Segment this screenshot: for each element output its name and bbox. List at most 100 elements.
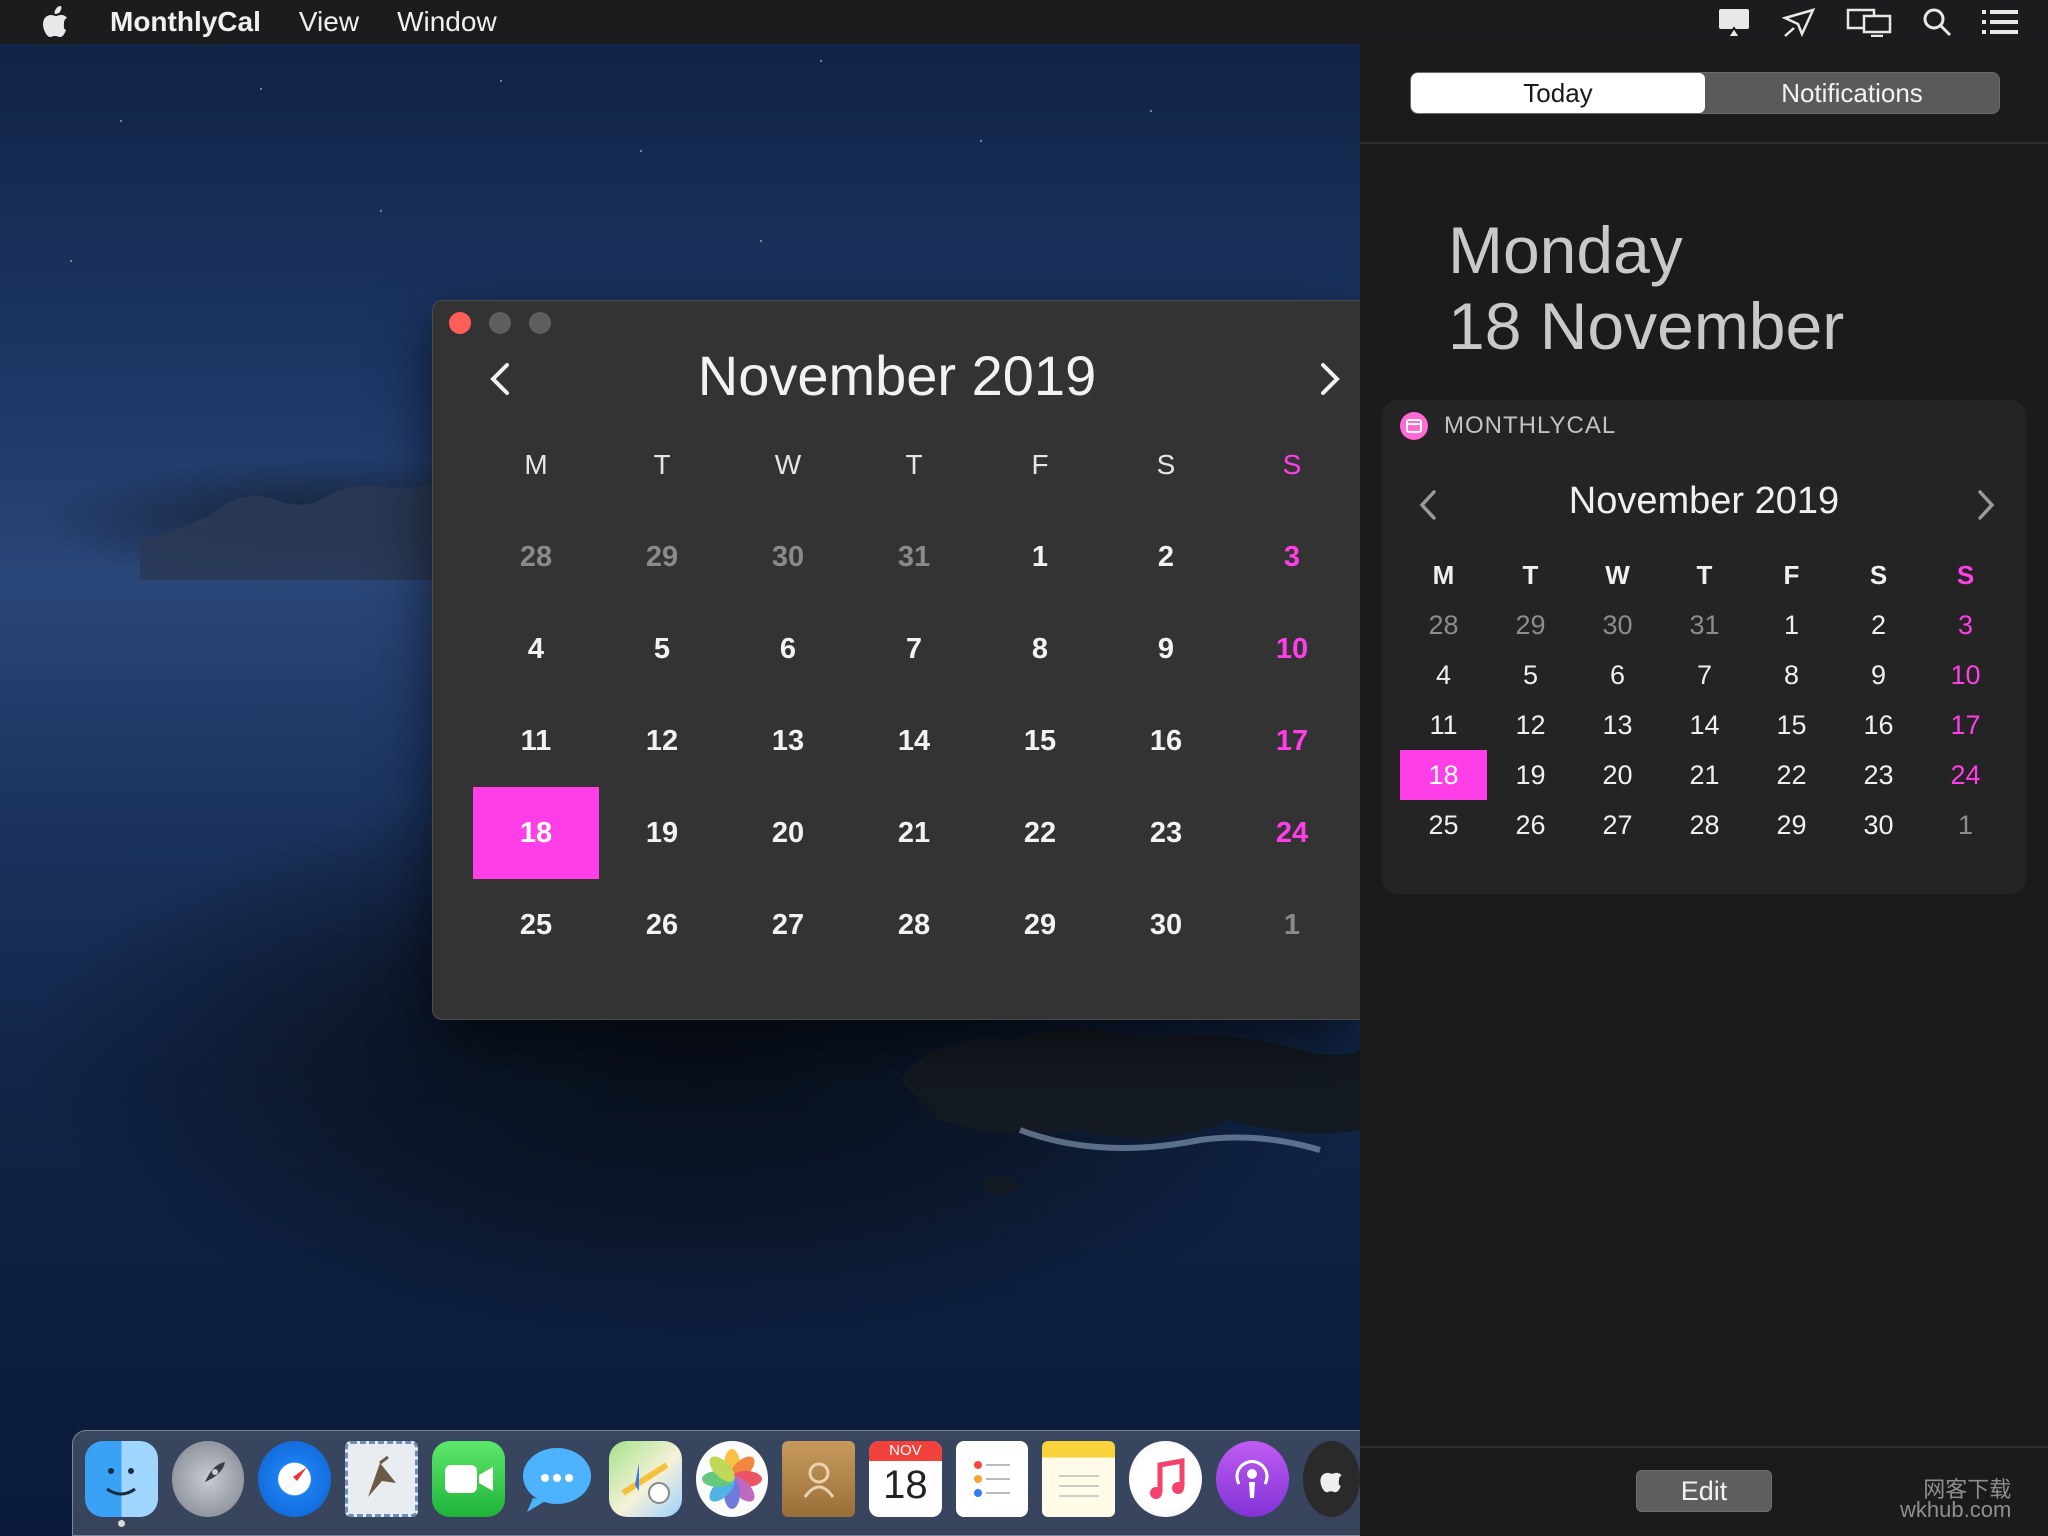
day-cell[interactable]: 15 [977,695,1103,787]
day-cell[interactable]: 30 [1835,800,1922,850]
mail-icon[interactable] [345,1441,419,1517]
messages-icon[interactable] [519,1441,595,1517]
day-cell[interactable]: 1 [1922,800,2009,850]
day-cell[interactable]: 20 [725,787,851,879]
day-cell[interactable]: 5 [1487,650,1574,700]
window-zoom-button[interactable] [529,312,551,334]
day-cell[interactable]: 12 [1487,700,1574,750]
widget-next-month-button[interactable] [1974,488,1998,522]
day-cell[interactable]: 12 [599,695,725,787]
day-cell[interactable]: 27 [1574,800,1661,850]
calendar-icon[interactable]: NOV 18 [869,1441,942,1517]
day-cell[interactable]: 21 [1661,750,1748,800]
contacts-icon[interactable] [782,1441,856,1517]
day-cell[interactable]: 15 [1748,700,1835,750]
day-cell[interactable]: 30 [1103,879,1229,971]
day-cell[interactable]: 30 [725,511,851,603]
day-cell[interactable]: 29 [1487,600,1574,650]
day-cell[interactable]: 21 [851,787,977,879]
day-cell[interactable]: 28 [1400,600,1487,650]
reminders-icon[interactable] [955,1441,1029,1517]
photos-icon[interactable] [695,1441,769,1517]
notification-list-icon[interactable] [1982,8,2018,36]
day-cell[interactable]: 11 [473,695,599,787]
next-month-button[interactable] [1313,359,1347,399]
paper-plane-icon[interactable] [1782,6,1816,38]
day-cell[interactable]: 3 [1922,600,2009,650]
day-cell[interactable]: 28 [1661,800,1748,850]
day-cell[interactable]: 26 [599,879,725,971]
tab-notifications[interactable]: Notifications [1705,73,1999,113]
day-cell[interactable]: 25 [473,879,599,971]
search-icon[interactable] [1922,7,1952,37]
day-cell[interactable]: 24 [1229,787,1355,879]
day-cell[interactable]: 30 [1574,600,1661,650]
day-cell[interactable]: 23 [1103,787,1229,879]
day-cell[interactable]: 9 [1835,650,1922,700]
day-cell[interactable]: 7 [1661,650,1748,700]
day-cell[interactable]: 28 [473,511,599,603]
day-cell[interactable]: 11 [1400,700,1487,750]
day-cell[interactable]: 10 [1922,650,2009,700]
day-cell[interactable]: 29 [599,511,725,603]
window-minimize-button[interactable] [489,312,511,334]
day-cell[interactable]: 8 [977,603,1103,695]
notes-icon[interactable] [1042,1441,1116,1517]
airplay-icon[interactable] [1716,6,1752,38]
day-cell[interactable]: 24 [1922,750,2009,800]
day-cell[interactable]: 25 [1400,800,1487,850]
tab-today[interactable]: Today [1411,73,1705,113]
day-cell[interactable]: 19 [1487,750,1574,800]
day-cell[interactable]: 17 [1229,695,1355,787]
day-cell[interactable]: 14 [851,695,977,787]
day-cell[interactable]: 1 [1229,879,1355,971]
day-cell[interactable]: 23 [1835,750,1922,800]
music-icon[interactable] [1129,1441,1202,1517]
finder-icon[interactable] [85,1441,158,1517]
day-cell[interactable]: 14 [1661,700,1748,750]
day-cell[interactable]: 1 [1748,600,1835,650]
day-cell[interactable]: 9 [1103,603,1229,695]
day-cell[interactable]: 27 [725,879,851,971]
day-cell[interactable]: 22 [977,787,1103,879]
day-cell[interactable]: 8 [1748,650,1835,700]
launchpad-icon[interactable] [171,1441,245,1517]
day-cell[interactable]: 4 [1400,650,1487,700]
day-cell[interactable]: 6 [1574,650,1661,700]
day-cell[interactable]: 29 [1748,800,1835,850]
day-cell[interactable]: 7 [851,603,977,695]
menu-window[interactable]: Window [397,6,497,38]
day-cell[interactable]: 1 [977,511,1103,603]
window-close-button[interactable] [449,312,471,334]
maps-icon[interactable] [608,1441,682,1517]
day-cell[interactable]: 13 [725,695,851,787]
podcasts-icon[interactable] [1215,1441,1289,1517]
day-cell[interactable]: 31 [1661,600,1748,650]
day-cell[interactable]: 5 [599,603,725,695]
day-cell[interactable]: 10 [1229,603,1355,695]
menu-app-name[interactable]: MonthlyCal [110,6,261,38]
apple-logo-icon[interactable] [40,5,70,39]
day-cell[interactable]: 2 [1103,511,1229,603]
day-cell[interactable]: 2 [1835,600,1922,650]
safari-icon[interactable] [258,1441,332,1517]
day-cell[interactable]: 16 [1835,700,1922,750]
day-cell[interactable]: 31 [851,511,977,603]
edit-button[interactable]: Edit [1636,1470,1772,1512]
day-cell[interactable]: 22 [1748,750,1835,800]
day-cell[interactable]: 26 [1487,800,1574,850]
menu-view[interactable]: View [299,6,359,38]
day-cell[interactable]: 29 [977,879,1103,971]
day-cell[interactable]: 16 [1103,695,1229,787]
day-cell[interactable]: 28 [851,879,977,971]
day-cell[interactable]: 6 [725,603,851,695]
day-cell[interactable]: 17 [1922,700,2009,750]
day-cell[interactable]: 19 [599,787,725,879]
day-cell-today[interactable]: 18 [1400,750,1487,800]
day-cell[interactable]: 13 [1574,700,1661,750]
day-cell[interactable]: 4 [473,603,599,695]
facetime-icon[interactable] [432,1441,505,1517]
day-cell[interactable]: 20 [1574,750,1661,800]
displays-icon[interactable] [1846,7,1892,37]
day-cell-today[interactable]: 18 [473,787,599,879]
